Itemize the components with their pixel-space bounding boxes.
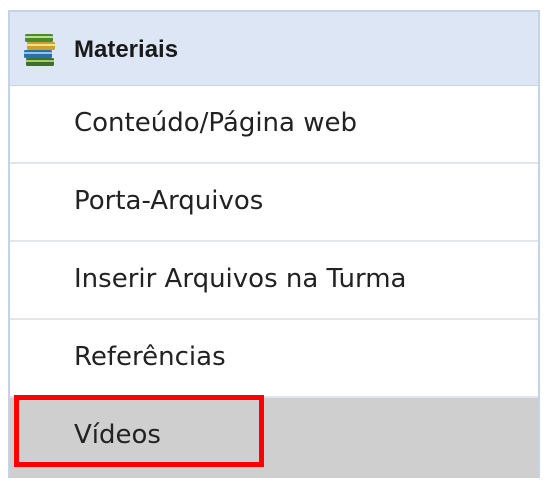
books-stack-icon — [20, 30, 60, 70]
menu-item-label: Inserir Arquivos na Turma — [74, 264, 407, 294]
panel-header: Materiais — [10, 12, 538, 86]
menu-item-label: Referências — [74, 342, 226, 372]
menu-item-referencias[interactable]: Referências — [10, 320, 538, 398]
menu-item-porta-arquivos[interactable]: Porta-Arquivos — [10, 164, 538, 242]
menu-item-inserir-arquivos-na-turma[interactable]: Inserir Arquivos na Turma — [10, 242, 538, 320]
materials-panel: Materiais Conteúdo/Página web Porta-Arqu… — [8, 10, 540, 478]
menu-item-label: Conteúdo/Página web — [74, 108, 357, 138]
menu-item-label: Porta-Arquivos — [74, 186, 264, 216]
panel-title: Materiais — [74, 36, 179, 63]
menu-item-conteudo-pagina-web[interactable]: Conteúdo/Página web — [10, 86, 538, 164]
menu-item-videos[interactable]: Vídeos — [10, 398, 538, 478]
menu-item-label: Vídeos — [74, 420, 161, 450]
